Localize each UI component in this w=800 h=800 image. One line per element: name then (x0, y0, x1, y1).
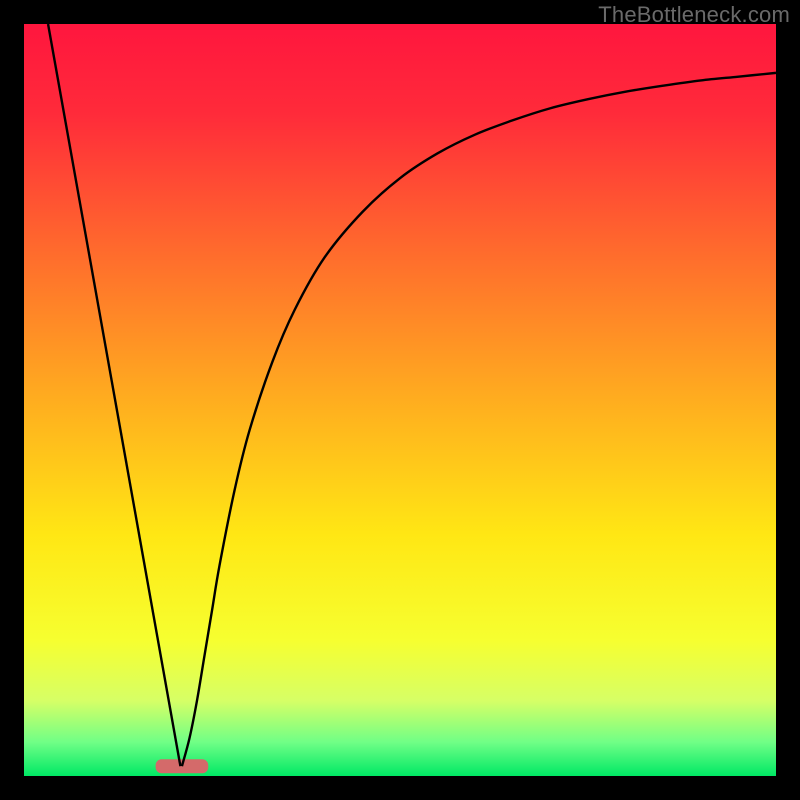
chart-frame (24, 24, 776, 776)
gradient-background (24, 24, 776, 776)
watermark-text: TheBottleneck.com (598, 2, 790, 28)
bottleneck-chart (24, 24, 776, 776)
